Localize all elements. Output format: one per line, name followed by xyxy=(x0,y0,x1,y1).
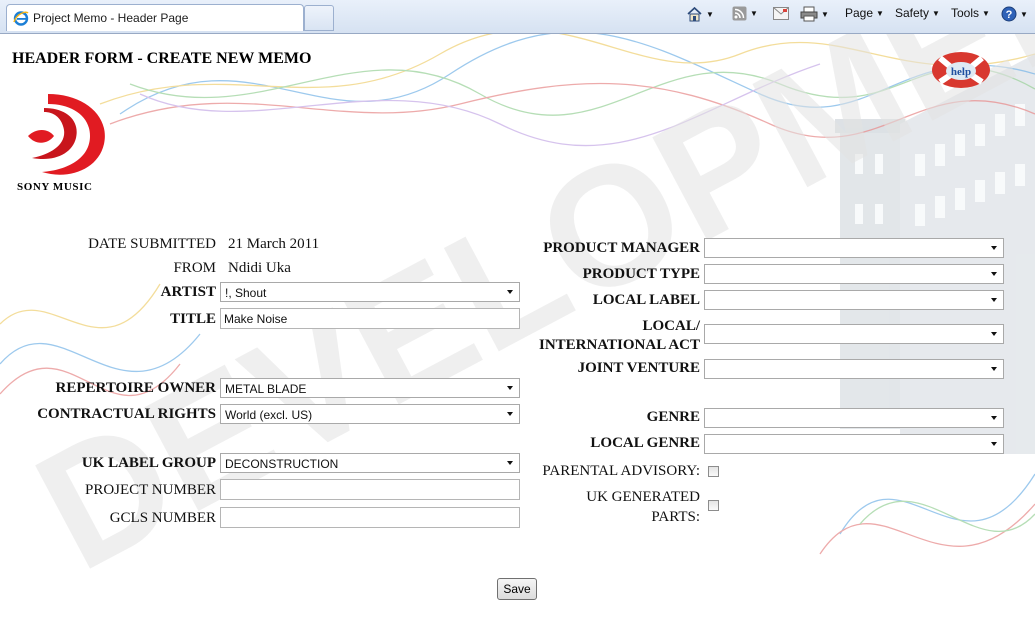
rss-feed-icon xyxy=(732,6,747,21)
home-icon xyxy=(687,6,702,22)
artist-label: ARTIST xyxy=(160,284,216,300)
browser-tab[interactable]: Project Memo - Header Page xyxy=(6,4,304,31)
product-type-label: PRODUCT TYPE xyxy=(582,266,700,282)
project-number-label: PROJECT NUMBER xyxy=(84,482,216,498)
safety-menu[interactable]: Safety ▼ xyxy=(895,6,940,20)
print-button[interactable]: ▼ xyxy=(800,6,829,22)
parental-advisory-label: PARENTAL ADVISORY: xyxy=(542,463,700,479)
repertoire-owner-select[interactable]: METAL BLADE xyxy=(220,378,520,398)
uk-generated-parts-label-line1: UK GENERATED xyxy=(586,489,700,505)
local-genre-label: LOCAL GENRE xyxy=(590,435,700,451)
project-number-input[interactable] xyxy=(220,479,520,500)
ie-logo-icon xyxy=(13,11,29,26)
home-button[interactable]: ▼ xyxy=(686,6,714,22)
gcls-number-input[interactable] xyxy=(220,507,520,528)
local-international-act-select[interactable] xyxy=(704,324,1004,344)
mail-icon xyxy=(773,7,789,21)
uk-label-group-value: DECONSTRUCTION xyxy=(225,457,339,471)
artist-select-value: !, Shout xyxy=(225,286,267,300)
lifebuoy-help-icon: help xyxy=(932,52,990,88)
contractual-rights-label: CONTRACTUAL RIGHTS xyxy=(37,406,216,422)
page-menu[interactable]: Page ▼ xyxy=(845,6,884,20)
mail-button[interactable] xyxy=(773,6,789,21)
sony-music-logo-icon xyxy=(28,94,105,175)
dropdown-arrow-icon xyxy=(991,298,997,302)
dropdown-arrow-icon xyxy=(991,272,997,276)
title-input[interactable]: Make Noise xyxy=(220,308,520,329)
genre-label: GENRE xyxy=(646,409,700,425)
date-submitted-value: 21 March 2011 xyxy=(228,236,320,252)
product-manager-select[interactable] xyxy=(704,238,1004,258)
help-menu[interactable]: ? ▼ xyxy=(1001,6,1028,22)
printer-icon xyxy=(800,6,818,22)
local-label-select[interactable] xyxy=(704,290,1004,310)
help-circle-icon: ? xyxy=(1001,6,1017,22)
browser-toolbar: Project Memo - Header Page ▼ ▼ ▼ Page ▼ … xyxy=(0,0,1035,34)
joint-venture-select[interactable] xyxy=(704,359,1004,379)
tab-title: Project Memo - Header Page xyxy=(33,11,189,25)
date-submitted-label: DATE SUBMITTED xyxy=(88,236,216,252)
title-input-value: Make Noise xyxy=(224,312,288,326)
dropdown-arrow-icon xyxy=(991,332,997,336)
uk-generated-parts-checkbox[interactable] xyxy=(708,500,719,511)
dropdown-arrow-icon xyxy=(991,246,997,250)
uk-label-group-select[interactable]: DECONSTRUCTION xyxy=(220,453,520,473)
save-button[interactable]: Save xyxy=(497,578,537,600)
title-label: TITLE xyxy=(170,311,216,327)
joint-venture-label: JOINT VENTURE xyxy=(577,360,700,376)
local-international-act-label: LOCAL/ INTERNATIONAL ACT xyxy=(500,317,700,355)
dropdown-arrow-icon xyxy=(991,416,997,420)
page-content: DEVELOPMENT HEADER FORM - CREATE NEW MEM… xyxy=(0,34,1035,618)
genre-select[interactable] xyxy=(704,408,1004,428)
feeds-button[interactable]: ▼ xyxy=(732,6,758,21)
repertoire-owner-label: REPERTOIRE OWNER xyxy=(55,380,216,396)
local-international-act-label-line1: LOCAL/ xyxy=(642,318,700,334)
page-title: HEADER FORM - CREATE NEW MEMO xyxy=(12,50,312,67)
from-label: FROM xyxy=(173,260,216,276)
local-genre-select[interactable] xyxy=(704,434,1004,454)
dropdown-arrow-icon xyxy=(991,442,997,446)
tools-menu-label: Tools xyxy=(951,6,980,20)
product-manager-label: PRODUCT MANAGER xyxy=(543,240,700,256)
contractual-rights-select[interactable]: World (excl. US) xyxy=(220,404,520,424)
repertoire-owner-value: METAL BLADE xyxy=(225,382,307,396)
from-value: Ndidi Uka xyxy=(228,260,291,276)
help-button[interactable]: help xyxy=(930,46,992,95)
svg-text:help: help xyxy=(951,66,971,78)
uk-generated-parts-label: UK GENERATED PARTS: xyxy=(510,487,700,527)
tools-menu[interactable]: Tools ▼ xyxy=(951,6,990,20)
contractual-rights-value: World (excl. US) xyxy=(225,408,313,422)
dropdown-arrow-icon xyxy=(507,386,513,390)
product-type-select[interactable] xyxy=(704,264,1004,284)
local-international-act-label-line2: INTERNATIONAL ACT xyxy=(538,337,700,353)
artist-select[interactable]: !, Shout xyxy=(220,282,520,302)
uk-generated-parts-label-line2: PARTS: xyxy=(651,509,700,525)
page-menu-label: Page xyxy=(845,6,874,20)
local-label-label: LOCAL LABEL xyxy=(592,292,700,308)
new-tab-button[interactable] xyxy=(304,5,334,31)
svg-text:?: ? xyxy=(1006,9,1013,21)
safety-menu-label: Safety xyxy=(895,6,930,20)
dropdown-arrow-icon xyxy=(991,367,997,371)
uk-label-group-label: UK LABEL GROUP xyxy=(81,455,216,471)
gcls-number-label: GCLS NUMBER xyxy=(109,510,216,526)
parental-advisory-checkbox[interactable] xyxy=(708,466,719,477)
logo-text: SONY MUSIC xyxy=(17,181,93,193)
